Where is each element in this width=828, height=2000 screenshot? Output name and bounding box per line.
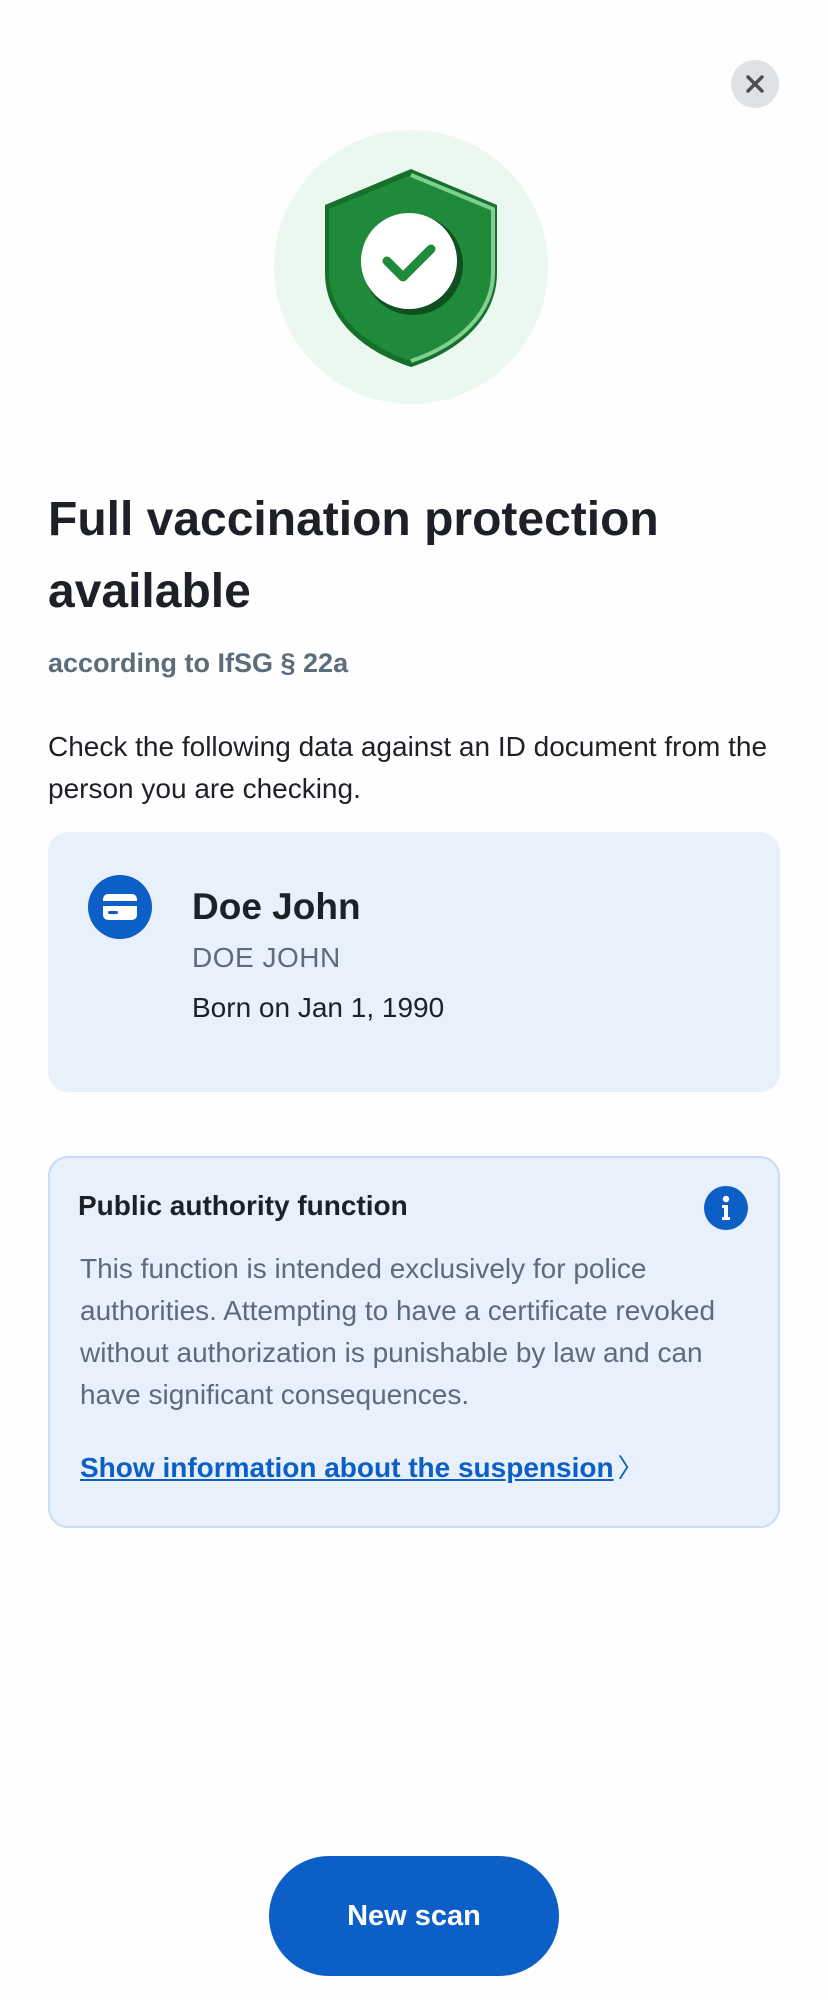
person-name-standardized: DOE JOHN	[192, 942, 341, 973]
suspension-info-link[interactable]: Show information about the suspension 〉	[80, 1448, 644, 1485]
authority-title: Public authority function	[78, 1190, 408, 1221]
close-button[interactable]	[731, 60, 779, 108]
person-card: Doe John DOE JOHN Born on Jan 1, 1990	[48, 832, 780, 1092]
check-instruction: Check the following data against an ID d…	[48, 731, 768, 804]
shield-check-icon	[325, 169, 497, 367]
person-birth-date: Born on Jan 1, 1990	[192, 992, 445, 1023]
result-subtitle: according to IfSG § 22a	[48, 648, 349, 678]
chevron-right-icon: 〉	[617, 1453, 644, 1483]
id-card-icon	[103, 894, 137, 920]
status-hero	[274, 130, 548, 404]
result-title: Full vaccination protection available	[48, 493, 659, 618]
id-badge	[88, 875, 152, 939]
suspension-info-link-label: Show information about the suspension	[80, 1452, 614, 1483]
info-button[interactable]	[704, 1186, 748, 1230]
info-icon	[722, 1195, 730, 1220]
close-icon	[746, 75, 764, 93]
person-name: Doe John	[192, 886, 361, 927]
authority-card: Public authority function This function …	[48, 1156, 780, 1528]
authority-text: This function is intended exclusively fo…	[80, 1253, 716, 1410]
new-scan-button[interactable]: New scan	[269, 1856, 559, 1976]
